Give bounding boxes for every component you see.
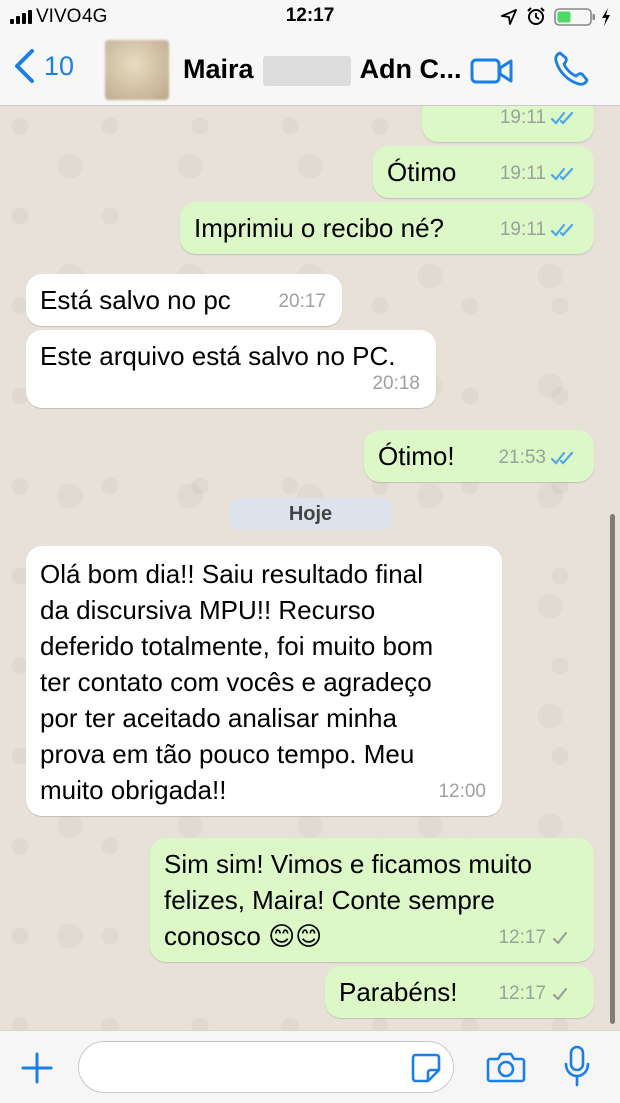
message-time: 19:11 — [499, 219, 546, 240]
message-text: Olá bom dia!! Saiu resultado final da di… — [40, 559, 434, 805]
message-bubble-outgoing[interactable]: Parabéns! 12:17 — [325, 966, 594, 1018]
chevron-left-icon — [15, 49, 34, 83]
message-meta: 19:11 — [500, 106, 578, 136]
message-meta: 12:00 — [438, 774, 486, 810]
status-bar: VIVO 4G 12:17 — [0, 0, 620, 34]
message-time: 12:00 — [438, 781, 486, 802]
message-time: 12:17 — [498, 983, 546, 1004]
contact-name[interactable]: Maira Adn C... — [183, 54, 462, 86]
battery-icon — [554, 8, 595, 26]
contact-first-name: Maira — [183, 54, 254, 84]
scrollbar[interactable] — [610, 514, 615, 1024]
message-time: 20:18 — [372, 373, 420, 394]
message-bubble-incoming[interactable]: Este arquivo está salvo no PC. 20:18 — [26, 330, 436, 408]
message-meta: 19:11 — [500, 156, 578, 192]
message-time: 19:11 — [499, 107, 546, 128]
message-bubble-outgoing[interactable]: 19:11 — [422, 106, 594, 142]
message-time: 12:17 — [498, 927, 546, 948]
camera-icon[interactable] — [486, 1050, 526, 1084]
message-meta: 21:53 — [498, 440, 578, 476]
message-bubble-outgoing[interactable]: Sim sim! Vimos e ficamos muito felizes, … — [150, 838, 594, 962]
message-time: 19:11 — [499, 163, 546, 184]
double-check-read-icon — [550, 223, 574, 237]
message-meta: 20:17 — [278, 284, 326, 320]
redacted-name-block — [263, 55, 352, 86]
message-meta: 20:18 — [372, 366, 420, 402]
plus-icon[interactable] — [20, 1051, 54, 1085]
double-check-read-icon — [550, 111, 574, 125]
chat-header: 10 Maira Adn C... — [0, 34, 620, 106]
message-time: 20:17 — [278, 291, 326, 312]
double-check-read-icon — [550, 167, 574, 181]
message-text: Este arquivo está salvo no PC. — [40, 341, 396, 371]
message-meta: 12:17 — [498, 920, 578, 956]
microphone-icon[interactable] — [563, 1045, 591, 1087]
message-time: 21:53 — [498, 447, 546, 468]
phone-call-icon[interactable] — [552, 50, 590, 88]
message-bubble-outgoing[interactable]: Imprimiu o recibo né? 19:11 — [180, 202, 594, 254]
sticker-icon[interactable] — [410, 1052, 442, 1084]
message-meta: 19:11 — [500, 212, 578, 248]
date-divider: Hoje — [229, 498, 392, 530]
double-check-delivered-icon — [552, 931, 568, 945]
alarm-icon — [527, 7, 545, 25]
back-button[interactable]: 10 — [12, 48, 74, 84]
video-call-icon[interactable] — [470, 54, 514, 88]
message-bubble-outgoing[interactable]: Ótimo 19:11 — [373, 146, 594, 198]
message-bubble-incoming[interactable]: Está salvo no pc 20:17 — [26, 274, 342, 326]
chat-area[interactable]: 19:11 Ótimo 19:11 Imprimiu o recibo né? … — [0, 106, 620, 1030]
contact-last-name: Adn C... — [359, 54, 462, 84]
double-check-delivered-icon — [552, 987, 568, 1001]
unread-count: 10 — [44, 50, 75, 81]
message-bubble-incoming[interactable]: Olá bom dia!! Saiu resultado final da di… — [26, 546, 502, 816]
charging-icon — [602, 8, 610, 26]
input-bar — [0, 1030, 620, 1103]
message-meta: 12:17 — [498, 976, 578, 1012]
double-check-read-icon — [550, 451, 574, 465]
avatar[interactable] — [105, 40, 169, 100]
message-input[interactable] — [78, 1041, 454, 1093]
location-icon — [501, 9, 517, 25]
message-bubble-outgoing[interactable]: Ótimo! 21:53 — [364, 430, 594, 482]
